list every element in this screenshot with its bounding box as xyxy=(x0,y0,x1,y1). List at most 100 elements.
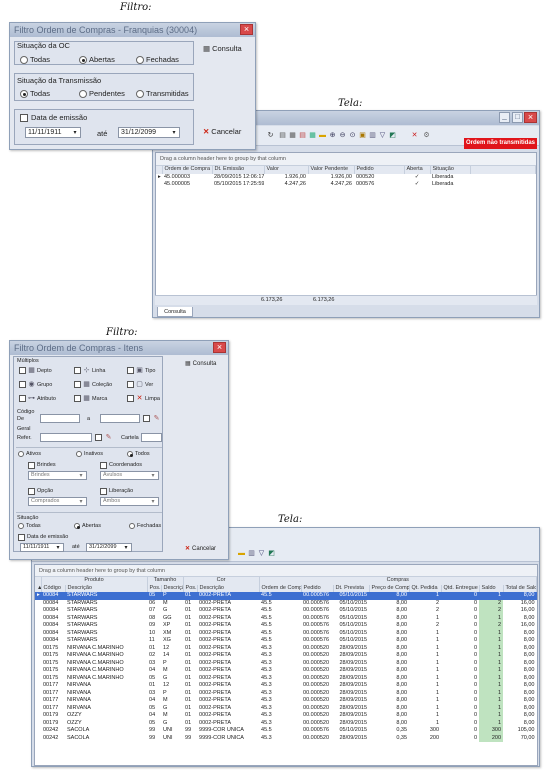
codigo-a-field[interactable] xyxy=(100,414,140,423)
consulta-button[interactable]: ▦ Consulta xyxy=(185,360,216,367)
opcao-checkbox[interactable] xyxy=(28,488,35,495)
table-row[interactable]: 00177 NIRVANA 01 12 01 0002-PRETA 45.3 00.00052… xyxy=(35,682,537,690)
preview-icon[interactable]: ▦ xyxy=(289,132,296,139)
col-header[interactable]: Pos. xyxy=(147,584,162,592)
codigo-de-field[interactable] xyxy=(40,414,80,423)
cancel-x-icon[interactable]: ✕ xyxy=(411,132,418,139)
col-header[interactable]: Pos. xyxy=(183,584,198,592)
coordenados-checkbox[interactable] xyxy=(100,462,107,469)
radio-todas-trans[interactable] xyxy=(20,90,28,98)
brindes-select[interactable]: Brindes ▾ xyxy=(28,471,87,480)
ver-checkbox[interactable] xyxy=(127,381,134,388)
zoom-in-icon[interactable]: ⊕ xyxy=(329,132,336,139)
table-row[interactable]: 00084 STARWARS 10 XM 01 0002-PRETA 45.5 00.0005… xyxy=(35,629,537,637)
col-header[interactable]: Pedido xyxy=(354,166,405,174)
col-header[interactable]: Descrição xyxy=(197,584,260,592)
colecao-checkbox[interactable] xyxy=(74,381,81,388)
radio-todas[interactable] xyxy=(18,523,24,529)
zoom-out-icon[interactable]: ⊖ xyxy=(339,132,346,139)
tab-consulta[interactable]: Consulta xyxy=(157,307,193,317)
table-row[interactable]: 00084 STARWARS 08 GG 01 0002-PRETA 45.5 00.0005… xyxy=(35,614,537,622)
col-header[interactable]: Descrição xyxy=(161,584,184,592)
pdf-icon[interactable]: ▤ xyxy=(299,132,306,139)
refer-checkbox[interactable] xyxy=(95,434,102,441)
send-icon[interactable]: ◩ xyxy=(389,132,396,139)
col-header[interactable]: Valor Pendente xyxy=(308,166,355,174)
cartela-field[interactable] xyxy=(141,433,162,442)
radio-todas[interactable] xyxy=(20,56,28,64)
table-row[interactable]: 00175 NIRVANA C.MARINHO 01 12 01 0002-PRETA 45… xyxy=(35,644,537,652)
lookup-icon[interactable]: ✎ xyxy=(153,415,160,422)
columns-icon[interactable]: ▥ xyxy=(369,132,376,139)
radio-abertas[interactable] xyxy=(79,56,87,64)
refer-field[interactable] xyxy=(40,433,92,442)
linha-checkbox[interactable] xyxy=(74,367,81,374)
col-header[interactable]: Ordem de Compra xyxy=(162,166,213,174)
table-row[interactable]: 45.000005 05/10/2015 17:25:59 4.247,26 4.24… xyxy=(156,181,536,189)
table-row[interactable]: 00175 NIRVANA C.MARINHO 04 M 01 0002-PRETA 45.… xyxy=(35,667,537,675)
col-header[interactable]: Situação xyxy=(430,166,471,174)
refresh-icon[interactable]: ↻ xyxy=(267,132,274,139)
col-header[interactable]: Dt. Emissão xyxy=(212,166,265,174)
maximize-icon[interactable]: □ xyxy=(512,112,523,123)
atributo-checkbox[interactable] xyxy=(19,395,26,402)
table-row[interactable]: 00175 NIRVANA C.MARINHO 02 14 01 0002-PRETA 45… xyxy=(35,652,537,660)
close-icon[interactable]: × xyxy=(240,24,253,35)
table-row[interactable]: ▸ 45.000003 28/09/2015 12:06:17 1.926,00 1.9… xyxy=(156,174,536,182)
col-header[interactable]: Aberta xyxy=(404,166,431,174)
tipo-checkbox[interactable] xyxy=(127,367,134,374)
col-header[interactable]: Valor xyxy=(264,166,309,174)
table-row[interactable]: 00242 SACOLA 99 UNI 99 9999-COR UNICA 45.5 00.0… xyxy=(35,727,537,735)
limpa-checkbox[interactable] xyxy=(127,395,134,402)
col-header[interactable]: Preço de Compra xyxy=(369,584,410,592)
table-row[interactable]: 00084 STARWARS 07 G 01 0002-PRETA 45.5 00.00057… xyxy=(35,607,537,615)
opcao-select[interactable]: Comprados ▾ xyxy=(28,497,87,506)
folder-icon[interactable]: ▬ xyxy=(238,550,245,557)
grupo-checkbox[interactable] xyxy=(19,381,26,388)
send-icon[interactable]: ◩ xyxy=(268,550,275,557)
print-icon[interactable]: ▤ xyxy=(279,132,286,139)
close-icon[interactable]: × xyxy=(213,342,226,353)
col-header[interactable]: Qtd. Entregue xyxy=(441,584,480,592)
radio-abertas[interactable] xyxy=(74,523,80,529)
col-header[interactable]: Qt. Pedida xyxy=(409,584,442,592)
radio-transmitidas[interactable] xyxy=(136,90,144,98)
data-emissao-checkbox[interactable] xyxy=(18,534,25,541)
date-to-field[interactable]: 31/12/2099 ▾ xyxy=(86,543,132,552)
filter-icon[interactable]: ▽ xyxy=(379,132,386,139)
col-header[interactable]: Dt. Prevista xyxy=(333,584,370,592)
data-emissao-checkbox[interactable] xyxy=(20,114,28,122)
table-row[interactable]: 00175 NIRVANA C.MARINHO 03 P 01 0002-PRETA 45.… xyxy=(35,659,537,667)
date-from-field[interactable]: 11/11/1911 ▾ xyxy=(20,543,64,552)
date-to-field[interactable]: 31/12/2099 ▾ xyxy=(118,127,180,138)
excel-icon[interactable]: ▦ xyxy=(309,132,316,139)
columns-icon[interactable]: ▥ xyxy=(248,550,255,557)
liberacao-checkbox[interactable] xyxy=(100,488,107,495)
radio-pendentes[interactable] xyxy=(79,90,87,98)
table-row[interactable]: 00175 NIRVANA C.MARINHO 05 G 01 0002-PRETA 45.… xyxy=(35,674,537,682)
date-from-field[interactable]: 11/11/1911 ▾ xyxy=(25,127,81,138)
radio-inativos[interactable] xyxy=(76,451,82,457)
col-header[interactable]: Ordem de Compra xyxy=(259,584,302,592)
table-row[interactable]: 00177 NIRVANA 03 P 01 0002-PRETA 45.3 00.000520… xyxy=(35,689,537,697)
codigo-checkbox[interactable] xyxy=(143,415,150,422)
table-row[interactable]: 00177 NIRVANA 04 M 01 0002-PRETA 45.3 00.000520… xyxy=(35,697,537,705)
coordenados-select[interactable]: Avulsos ▾ xyxy=(100,471,159,480)
filter-icon[interactable]: ▽ xyxy=(258,550,265,557)
cancelar-button[interactable]: ✕ Cancelar xyxy=(203,127,241,136)
search-icon[interactable]: ⊙ xyxy=(349,132,356,139)
lookup-icon[interactable]: ✎ xyxy=(105,434,112,441)
table-row[interactable]: 00084 STARWARS 11 XG 01 0002-PRETA 45.5 00.0005… xyxy=(35,637,537,645)
table-row[interactable]: 00179 OZZY 04 M 01 0002-PRETA 45.3 00.000520 28/… xyxy=(35,712,537,720)
brindes-checkbox[interactable] xyxy=(28,462,35,469)
table-row[interactable]: 00242 SACOLA 99 UNI 99 9999-COR UNICA 45.3 00.0… xyxy=(35,734,537,742)
export-icon[interactable]: ▣ xyxy=(359,132,366,139)
folder-icon[interactable]: ▬ xyxy=(319,132,326,139)
table-row[interactable]: 00084 STARWARS 06 M 01 0002-PRETA 45.5 00.00057… xyxy=(35,599,537,607)
table-row[interactable]: 00179 OZZY 05 G 01 0002-PRETA 45.3 00.000520 28/… xyxy=(35,719,537,727)
col-header[interactable]: Saldo xyxy=(479,584,504,592)
close-icon[interactable]: × xyxy=(524,112,537,123)
col-header[interactable]: Descrição xyxy=(65,584,148,592)
table-row[interactable]: 00177 NIRVANA 05 G 01 0002-PRETA 45.3 00.000520… xyxy=(35,704,537,712)
col-header[interactable]: Total de Saldo xyxy=(503,584,537,592)
